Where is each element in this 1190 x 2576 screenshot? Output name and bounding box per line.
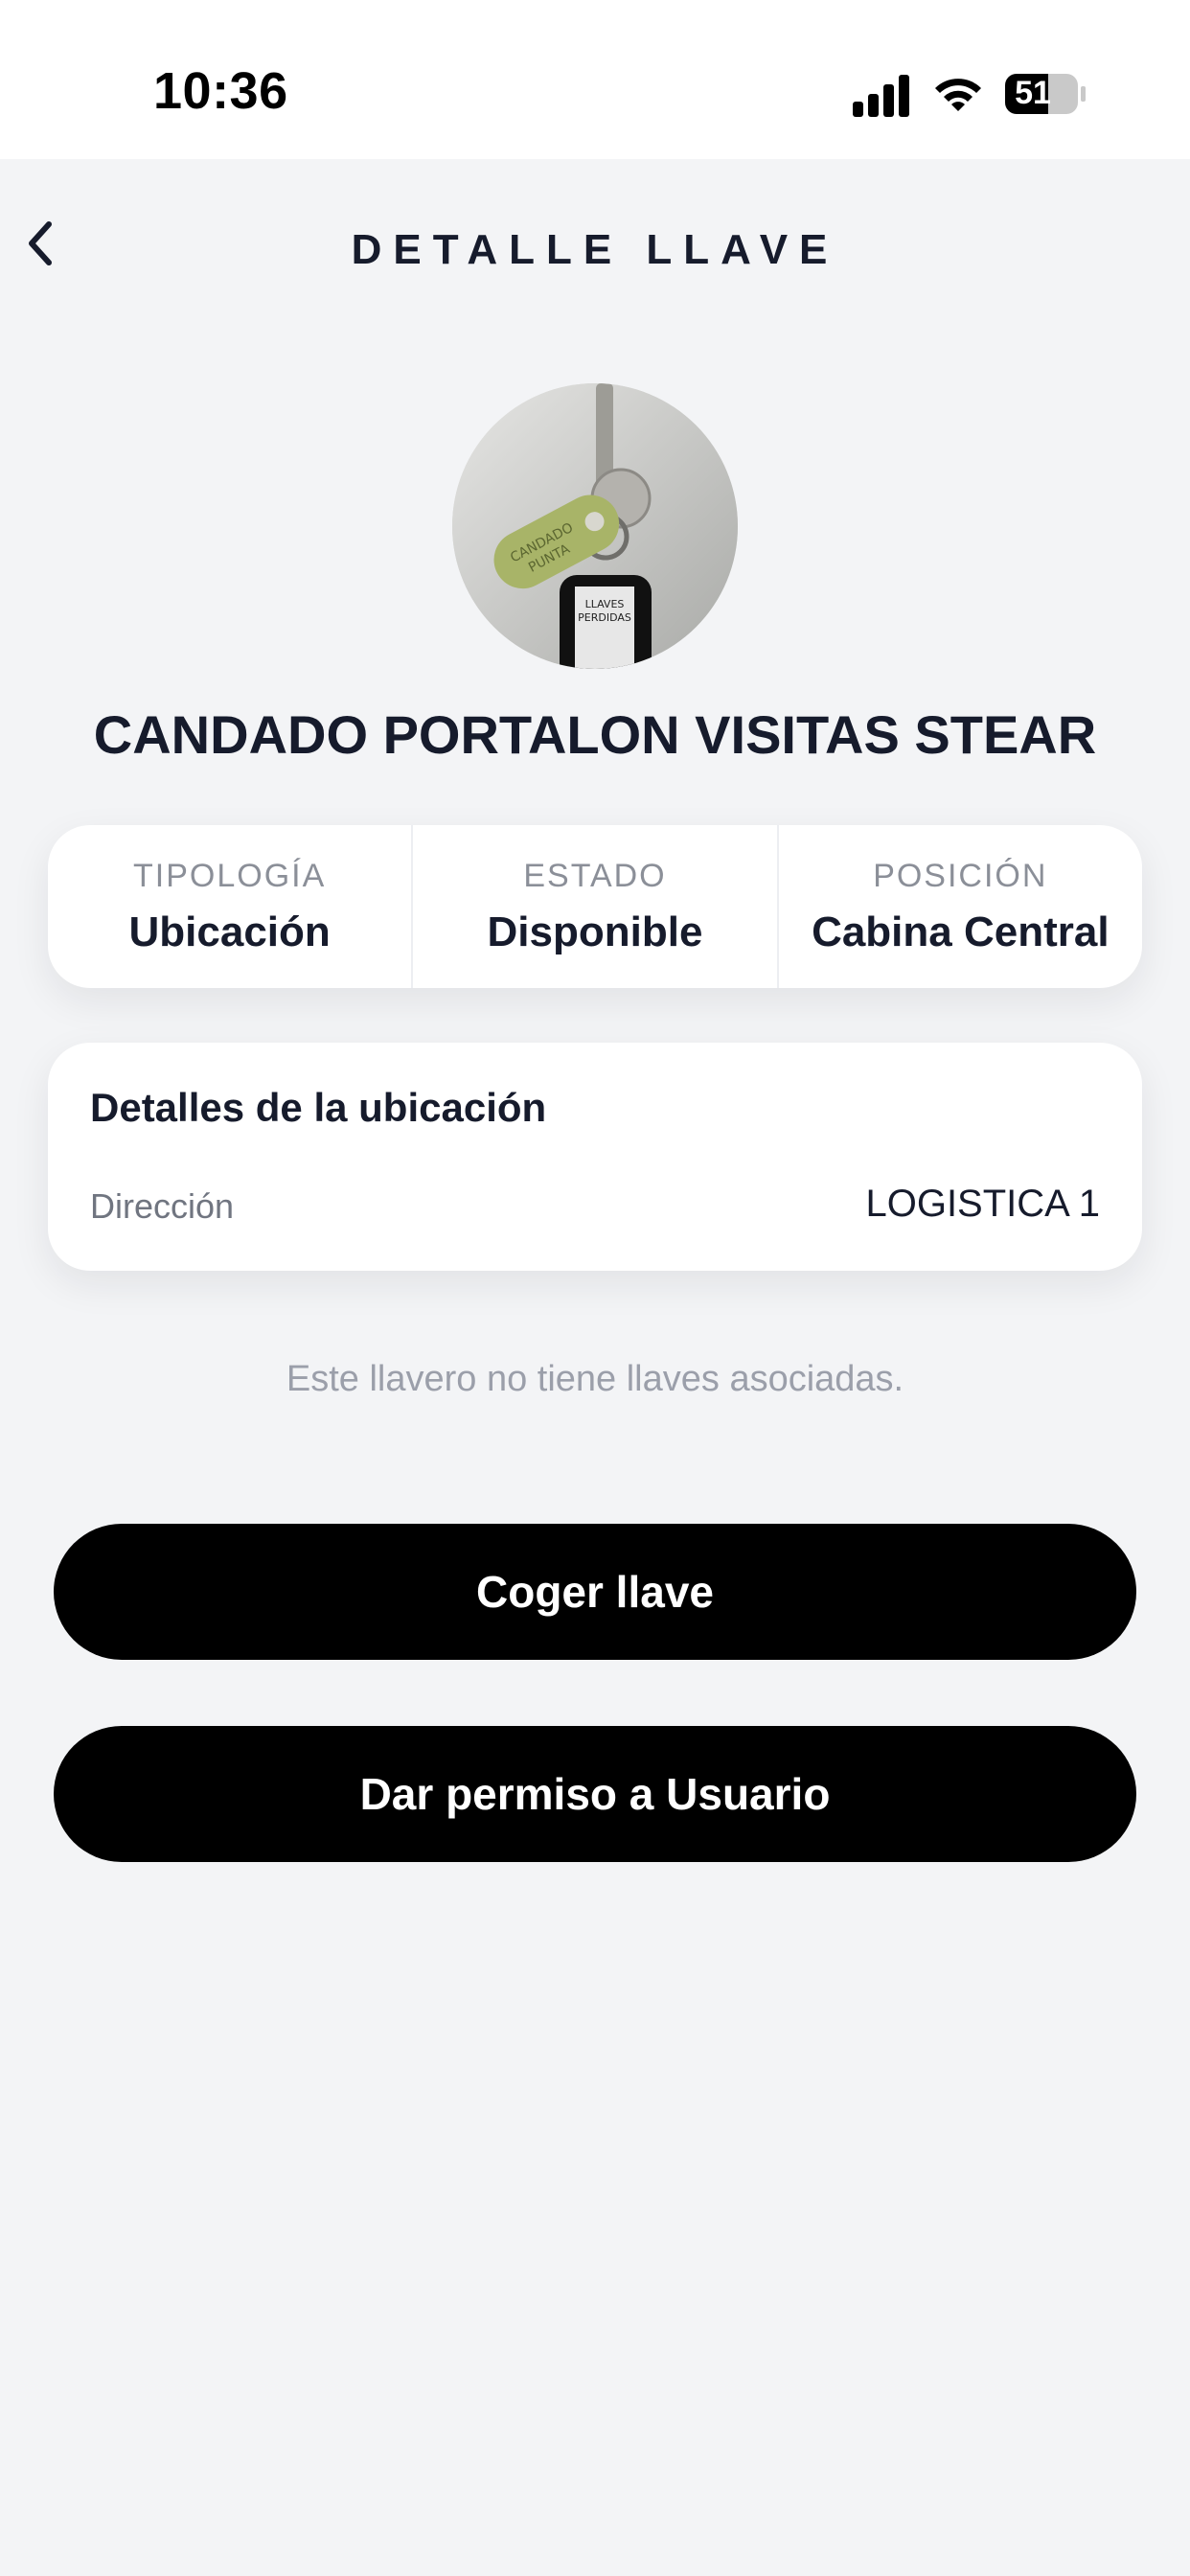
- info-label: TIPOLOGÍA: [133, 858, 327, 894]
- info-status: ESTADO Disponible: [411, 825, 776, 988]
- page-title: DETALLE LLAVE: [351, 226, 839, 273]
- info-typology: TIPOLOGÍA Ubicación: [48, 825, 411, 988]
- info-value: Ubicación: [128, 908, 331, 955]
- info-value: Disponible: [487, 908, 703, 955]
- grant-permission-button[interactable]: Dar permiso a Usuario: [54, 1726, 1136, 1862]
- location-details-title: Detalles de la ubicación: [90, 1085, 547, 1130]
- wifi-icon: [935, 79, 981, 111]
- battery-level: 51: [1015, 75, 1051, 111]
- key-name: CANDADO PORTALON VISITAS STEAR: [93, 704, 1097, 765]
- info-label: ESTADO: [523, 858, 667, 894]
- svg-text:PERDIDAS: PERDIDAS: [578, 611, 631, 624]
- address-label: Dirección: [90, 1186, 235, 1226]
- header: DETALLE LLAVE: [0, 159, 1190, 341]
- info-label: POSICIÓN: [873, 858, 1048, 894]
- info-position: POSICIÓN Cabina Central: [776, 825, 1142, 988]
- status-time: 10:36: [153, 62, 288, 120]
- take-key-button[interactable]: Coger llave: [54, 1524, 1136, 1660]
- status-bar: 10:36 51: [0, 0, 1190, 159]
- key-photo: CANDADO PUNTA LLAVES PERDIDAS: [452, 383, 738, 669]
- signal-icon: [853, 75, 909, 117]
- info-value: Cabina Central: [812, 908, 1110, 955]
- address-value: LOGISTICA 1: [865, 1183, 1100, 1225]
- location-details-card: Detalles de la ubicación Dirección LOGIS…: [48, 1043, 1142, 1271]
- key-info-card: TIPOLOGÍA Ubicación ESTADO Disponible PO…: [48, 825, 1142, 988]
- key-image: CANDADO PUNTA LLAVES PERDIDAS: [452, 383, 738, 669]
- no-keys-message: Este llavero no tiene llaves asociadas.: [286, 1359, 904, 1399]
- svg-text:LLAVES: LLAVES: [585, 598, 625, 610]
